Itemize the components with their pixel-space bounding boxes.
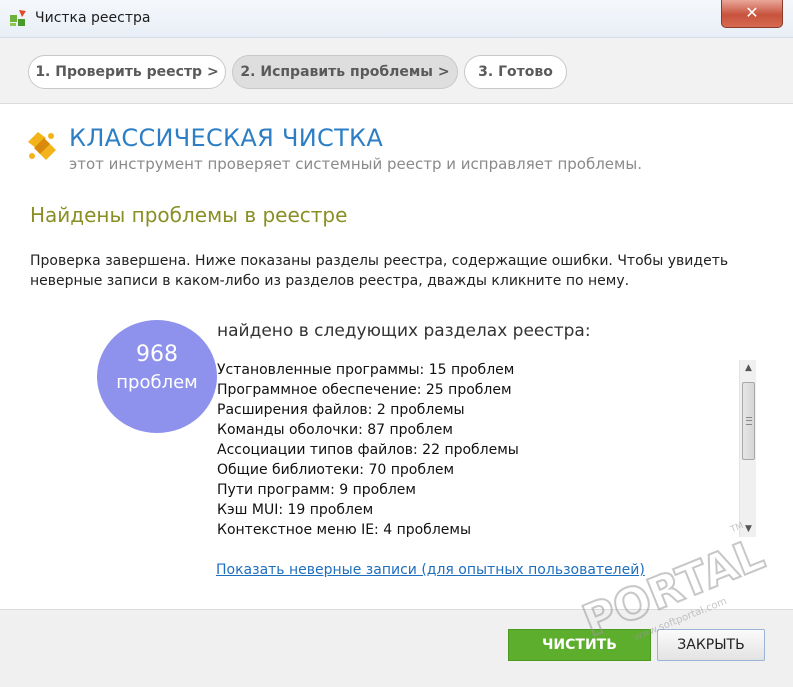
registry-app-icon xyxy=(10,10,26,26)
list-item[interactable]: Общие библиотеки: 70 проблем xyxy=(217,460,737,480)
list-item[interactable]: Команды оболочки: 87 проблем xyxy=(217,420,737,440)
classic-clean-icon xyxy=(28,132,56,160)
found-problems-heading: Найдены проблемы в реестре xyxy=(30,203,348,227)
wizard-steps-bar: 1. Проверить реестр > 2. Исправить пробл… xyxy=(0,38,793,104)
list-item[interactable]: Контекстное меню IE: 4 проблемы xyxy=(217,520,737,540)
sections-heading: найдено в следующих разделах реестра: xyxy=(217,321,591,341)
list-scrollbar[interactable]: ▲ ▼ xyxy=(739,360,756,537)
step-fix-problems[interactable]: 2. Исправить проблемы > xyxy=(232,55,458,89)
window-title: Чистка реестра xyxy=(35,10,151,26)
problem-count-label: проблем xyxy=(116,372,198,393)
list-item[interactable]: Кэш MUI: 19 проблем xyxy=(217,500,737,520)
list-item[interactable]: Пути программ: 9 проблем xyxy=(217,480,737,500)
list-item[interactable]: Ассоциации типов файлов: 22 проблемы xyxy=(217,440,737,460)
grip-icon xyxy=(746,417,752,425)
scrollbar-thumb[interactable] xyxy=(742,382,755,460)
show-invalid-entries-link[interactable]: Показать неверные записи (для опытных по… xyxy=(216,562,645,578)
step-done[interactable]: 3. Готово xyxy=(464,55,567,89)
close-button[interactable]: ЗАКРЫТЬ xyxy=(657,629,765,661)
title-bar: Чистка реестра ✕ xyxy=(0,0,793,38)
problem-count-circle: 968 проблем xyxy=(97,320,217,433)
clean-button[interactable]: ЧИСТИТЬ xyxy=(508,629,651,661)
list-item[interactable]: Расширения файлов: 2 проблемы xyxy=(217,400,737,420)
registry-sections-list[interactable]: Установленные программы: 15 проблем Прог… xyxy=(217,360,737,540)
page-subtitle: этот инструмент проверяет системный реес… xyxy=(69,155,642,173)
list-item[interactable]: Программное обеспечение: 25 проблем xyxy=(217,380,737,400)
window-close-button[interactable]: ✕ xyxy=(721,0,783,28)
list-item[interactable]: Установленные программы: 15 проблем xyxy=(217,360,737,380)
problem-count: 968 xyxy=(136,342,178,367)
scan-description: Проверка завершена. Ниже показаны раздел… xyxy=(30,253,729,289)
scroll-down-arrow-icon[interactable]: ▼ xyxy=(740,521,757,537)
scroll-up-arrow-icon[interactable]: ▲ xyxy=(740,360,757,376)
step-check-registry[interactable]: 1. Проверить реестр > xyxy=(28,55,226,89)
page-title: КЛАССИЧЕСКАЯ ЧИСТКА xyxy=(69,124,384,152)
